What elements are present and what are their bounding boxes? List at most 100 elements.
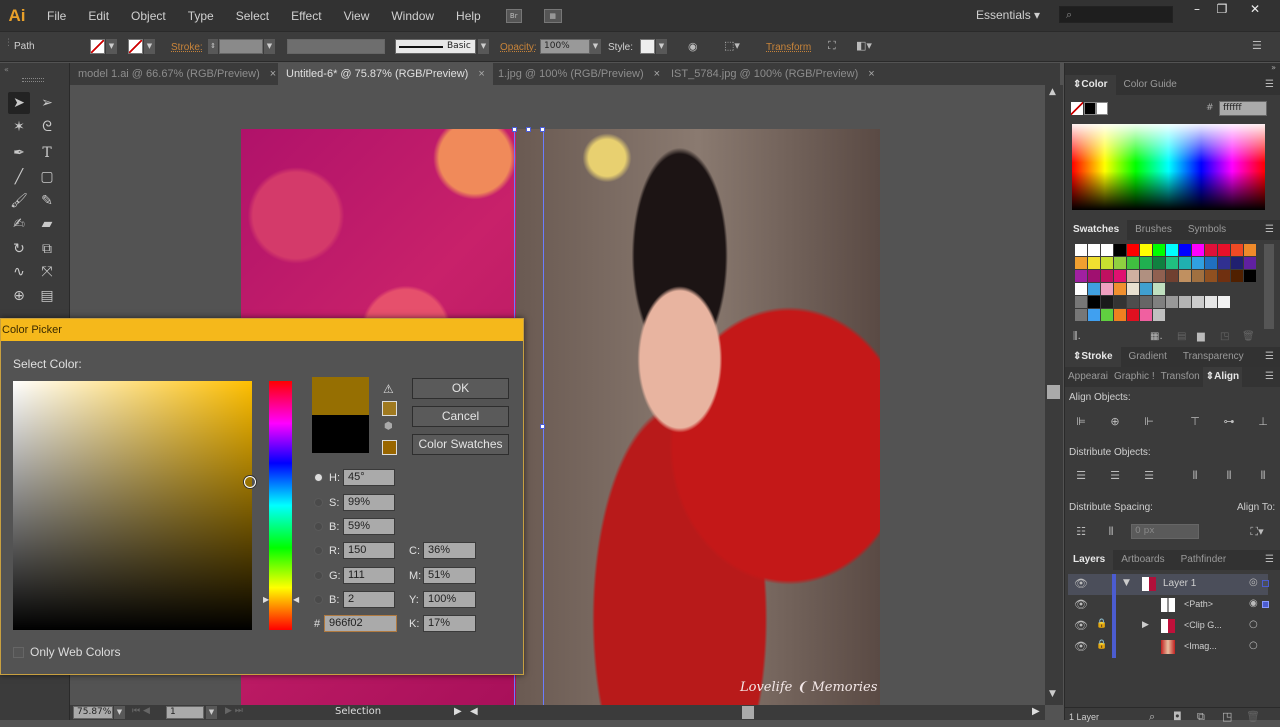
last-artboard-icon[interactable]: ▶ ⏭	[225, 706, 243, 716]
layer-name[interactable]: Layer 1	[1163, 578, 1196, 589]
grip-icon[interactable]: ⋮	[4, 38, 13, 48]
green-radio[interactable]	[314, 571, 323, 580]
swatch[interactable]	[1101, 244, 1113, 256]
menu-effect[interactable]: Effect	[280, 9, 332, 23]
new-color-group-icon[interactable]: ▆	[1197, 331, 1205, 342]
panel-menu-icon[interactable]: ☰	[1265, 550, 1280, 570]
expand-triangle-icon[interactable]: ▶	[1142, 620, 1149, 630]
zoom-field[interactable]: 75.87%	[73, 706, 113, 719]
target-icon[interactable]: ○	[1249, 640, 1258, 651]
hue-slider[interactable]	[269, 381, 292, 630]
scroll-up-icon[interactable]: ▲	[1049, 87, 1056, 97]
lasso-tool-icon[interactable]: ᘓ	[36, 116, 58, 138]
swatch[interactable]	[1101, 309, 1113, 321]
black-swatch[interactable]	[1084, 102, 1096, 115]
swatch[interactable]	[1088, 270, 1100, 282]
black-field[interactable]: 17%	[423, 615, 476, 632]
horizontal-distribute-space-icon[interactable]: ⦀	[1103, 525, 1119, 539]
swatch-options-icon[interactable]: ▤	[1177, 331, 1186, 342]
hex-field[interactable]: ffffff	[1219, 101, 1267, 116]
horizontal-distribute-right-icon[interactable]: ⦀	[1255, 469, 1271, 483]
horizontal-align-center-icon[interactable]: ⊕	[1107, 415, 1123, 429]
tab-close-icon[interactable]: ×	[654, 68, 660, 80]
panel-menu-icon[interactable]: ☰	[1265, 347, 1280, 367]
red-field[interactable]: 150	[343, 542, 395, 559]
line-tool-icon[interactable]: ╱	[8, 166, 30, 188]
menu-window[interactable]: Window	[380, 9, 445, 23]
tab-brushes[interactable]: Brushes	[1127, 220, 1180, 240]
target-icon[interactable]: ◎	[1249, 577, 1258, 588]
warp-tool-icon[interactable]: ∿	[8, 261, 30, 283]
tab-1-jpg[interactable]: 1.jpg @ 100% (RGB/Preview) ×	[490, 63, 668, 85]
artboard-number-field[interactable]: 1	[166, 706, 204, 719]
swatch[interactable]	[1101, 283, 1113, 295]
web-safe-warning-icon[interactable]: ⬢	[384, 421, 393, 432]
first-artboard-icon[interactable]: ⏮ ◀	[132, 706, 150, 716]
brightness-field[interactable]: 59%	[343, 518, 395, 535]
swatch[interactable]	[1114, 283, 1126, 295]
horizontal-distribute-left-icon[interactable]: ⦀	[1187, 469, 1203, 483]
layer-row[interactable]: 👁 ▼ Layer 1 ◎	[1068, 574, 1269, 595]
swatch[interactable]	[1166, 244, 1178, 256]
vertical-scrollbar[interactable]: ▲ ▼	[1045, 85, 1063, 705]
vertical-align-center-icon[interactable]: ⊶	[1221, 415, 1237, 429]
saturation-field[interactable]: 99%	[343, 494, 395, 511]
free-transform-tool-icon[interactable]: ⤧	[36, 261, 58, 283]
shape-builder-tool-icon[interactable]: ⊕	[8, 285, 30, 307]
collapse-triangle-icon[interactable]: ▼	[1123, 578, 1130, 588]
brush-dropdown[interactable]: ▼	[478, 39, 489, 54]
magic-wand-tool-icon[interactable]: ✶	[8, 116, 30, 138]
swatch[interactable]	[1114, 270, 1126, 282]
stroke-swatch[interactable]	[128, 39, 143, 54]
scroll-thumb[interactable]	[1047, 385, 1060, 399]
gamut-swatch[interactable]	[382, 401, 397, 416]
out-of-gamut-warning-icon[interactable]: ⚠	[383, 382, 394, 396]
swatch[interactable]	[1153, 283, 1165, 295]
swatch[interactable]	[1205, 296, 1217, 308]
selection-indicator[interactable]	[1262, 601, 1269, 608]
arrange-documents-icon[interactable]: ▦	[543, 8, 562, 23]
vertical-distribute-space-icon[interactable]: ☷	[1073, 525, 1089, 539]
swatch-libraries-icon[interactable]: ⫼.	[1073, 331, 1081, 342]
vertical-distribute-top-icon[interactable]: ☰	[1073, 469, 1089, 483]
stroke-label[interactable]: Stroke:	[171, 42, 203, 53]
swatch[interactable]	[1218, 257, 1230, 269]
color-field[interactable]	[13, 381, 252, 630]
stroke-dropdown[interactable]: ▼	[144, 39, 155, 54]
layer-name[interactable]: <Clip G...	[1184, 620, 1222, 630]
swatch[interactable]	[1140, 309, 1152, 321]
show-swatch-kinds-icon[interactable]: ▦.	[1150, 331, 1163, 342]
align-to-dropdown[interactable]: ⛶▾	[1245, 525, 1269, 539]
swatch[interactable]	[1179, 296, 1191, 308]
swatch[interactable]	[1140, 270, 1152, 282]
hue-slider-right-arrow[interactable]: ◀	[293, 595, 299, 604]
selection-handle[interactable]	[512, 127, 517, 132]
green-field[interactable]: 111	[343, 567, 395, 584]
opacity-field[interactable]: 100%	[540, 39, 590, 54]
vertical-align-bottom-icon[interactable]: ⊥	[1255, 415, 1271, 429]
fill-dropdown[interactable]: ▼	[106, 39, 117, 54]
target-icon[interactable]: ◉	[1249, 598, 1258, 609]
swatch[interactable]	[1244, 270, 1256, 282]
swatch[interactable]	[1205, 270, 1217, 282]
color-group-folder-icon[interactable]	[1075, 309, 1087, 321]
menu-type[interactable]: Type	[177, 9, 225, 23]
stroke-weight-stepper[interactable]: ⇕	[208, 39, 218, 54]
swatch[interactable]	[1075, 244, 1087, 256]
hue-radio[interactable]	[314, 473, 323, 482]
bride-photo[interactable]	[516, 129, 880, 705]
vertical-align-top-icon[interactable]: ⊤	[1187, 415, 1203, 429]
selection-handle[interactable]	[540, 424, 545, 429]
opacity-dropdown[interactable]: ▼	[590, 39, 601, 54]
menu-select[interactable]: Select	[225, 9, 280, 23]
swatch[interactable]	[1179, 257, 1191, 269]
current-tool-status[interactable]: Selection	[335, 706, 381, 717]
tab-color-guide[interactable]: Color Guide	[1116, 75, 1185, 95]
swatch[interactable]	[1140, 296, 1152, 308]
scroll-down-icon[interactable]: ▼	[1049, 689, 1056, 699]
swatch[interactable]	[1166, 257, 1178, 269]
lock-icon[interactable]: 🔒	[1096, 640, 1107, 650]
tab-stroke[interactable]: ⇕Stroke	[1065, 347, 1121, 367]
tab-untitled-6[interactable]: Untitled-6* @ 75.87% (RGB/Preview) ×	[278, 63, 493, 85]
tab-ist-5784[interactable]: IST_5784.jpg @ 100% (RGB/Preview) ×	[663, 63, 883, 85]
